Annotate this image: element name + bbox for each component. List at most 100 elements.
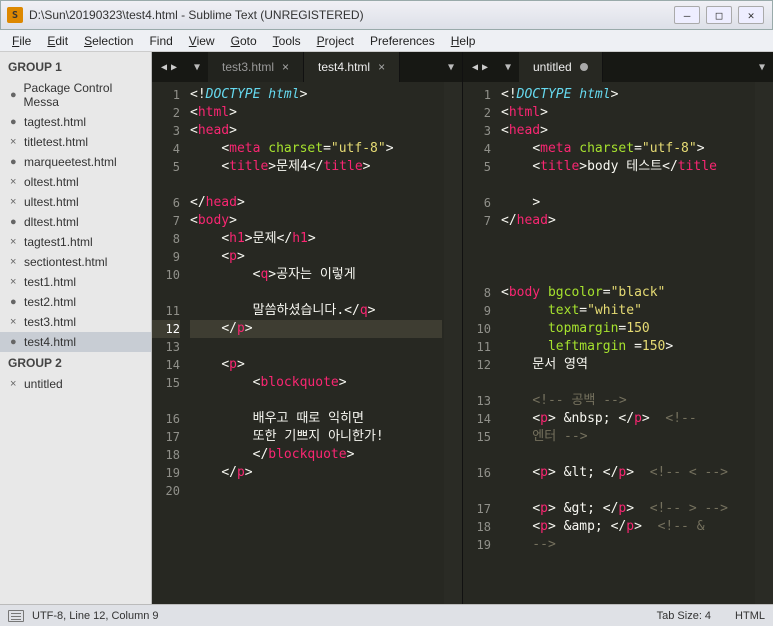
tab-nav-right-icon[interactable]: ▶	[482, 62, 488, 73]
line-number: 14	[152, 356, 180, 374]
code-line: </blockquote>	[190, 446, 442, 464]
pane-menu-icon[interactable]: ▼	[751, 52, 773, 82]
line-number: 16	[463, 464, 491, 482]
line-number: 2	[152, 104, 180, 122]
code-line: <!DOCTYPE html>	[190, 86, 442, 104]
close-icon[interactable]: ×	[10, 196, 20, 208]
tab-nav-left-icon[interactable]: ◀	[161, 62, 167, 73]
tab[interactable]: untitled	[519, 52, 603, 82]
close-icon[interactable]: ×	[10, 276, 20, 288]
sidebar-file-item[interactable]: ×titletest.html	[0, 132, 151, 152]
close-icon[interactable]: ×	[10, 316, 20, 328]
close-icon[interactable]: ×	[10, 136, 20, 148]
code-line: >	[501, 194, 753, 212]
status-syntax[interactable]: HTML	[735, 610, 765, 622]
menu-view[interactable]: View	[181, 32, 223, 50]
menu-help[interactable]: Help	[443, 32, 484, 50]
gutter: 12345 67 89101112 131415 16 171819	[463, 82, 499, 604]
close-icon[interactable]: ×	[10, 256, 20, 268]
file-name-label: marqueetest.html	[24, 155, 117, 169]
sidebar-file-item[interactable]: ●test4.html	[0, 332, 151, 352]
file-name-label: dltest.html	[24, 215, 79, 229]
menu-find[interactable]: Find	[141, 32, 180, 50]
menu-file[interactable]: File	[4, 32, 39, 50]
line-number: 12	[152, 320, 180, 338]
code-line: 문서 영역	[501, 356, 753, 374]
line-number: 3	[463, 122, 491, 140]
dirty-dot-icon[interactable]: ●	[10, 296, 20, 308]
tab-dropdown-icon[interactable]: ▼	[186, 52, 208, 82]
sidebar-file-item[interactable]: ● dltest.html	[0, 212, 151, 232]
file-name-label: test2.html	[24, 295, 76, 309]
code-line: </p>	[190, 464, 442, 482]
dirty-dot-icon[interactable]: ●	[10, 336, 20, 348]
minimap[interactable]	[444, 82, 462, 604]
code-area[interactable]: <!DOCTYPE html><html><head> <meta charse…	[499, 82, 755, 604]
code-line: <p> &lt; </p> <!-- < -->	[501, 464, 753, 482]
tab-nav-right-icon[interactable]: ▶	[171, 62, 177, 73]
sidebar-file-item[interactable]: × test3.html	[0, 312, 151, 332]
tab[interactable]: test3.html×	[208, 52, 304, 82]
menu-edit[interactable]: Edit	[39, 32, 76, 50]
sidebar-file-item[interactable]: × oltest.html	[0, 172, 151, 192]
line-number: 15	[463, 428, 491, 446]
sidebar-file-item[interactable]: ● marqueetest.html	[0, 152, 151, 172]
close-icon[interactable]: ×	[10, 176, 20, 188]
file-name-label: test3.html	[24, 315, 76, 329]
statusbar: UTF-8, Line 12, Column 9 Tab Size: 4 HTM…	[0, 604, 773, 626]
pane-menu-icon[interactable]: ▼	[440, 52, 462, 82]
tab-bar: ◀ ▶ ▼ untitled ▼	[463, 52, 773, 82]
line-number	[463, 266, 491, 284]
dirty-dot-icon[interactable]: ●	[10, 89, 20, 101]
line-number	[152, 392, 180, 410]
window-minimize-button[interactable]: —	[674, 6, 700, 24]
code-line: </head>	[190, 194, 442, 212]
sidebar-file-item[interactable]: ×tagtest1.html	[0, 232, 151, 252]
close-icon[interactable]: ×	[10, 236, 20, 248]
tab[interactable]: test4.html×	[304, 52, 400, 82]
app-icon: S	[7, 7, 23, 23]
sidebar-file-item[interactable]: × test1.html	[0, 272, 151, 292]
sidebar-file-item[interactable]: ×sectiontest.html	[0, 252, 151, 272]
sidebar-file-item[interactable]: ● test2.html	[0, 292, 151, 312]
minimap[interactable]	[755, 82, 773, 604]
dirty-dot-icon[interactable]: ●	[10, 216, 20, 228]
tab-label: untitled	[533, 60, 572, 74]
menu-goto[interactable]: Goto	[223, 32, 265, 50]
code-line	[501, 176, 753, 194]
tab-close-icon[interactable]: ×	[378, 60, 385, 74]
menu-project[interactable]: Project	[309, 32, 362, 50]
file-name-label: oltest.html	[24, 175, 79, 189]
code-line	[190, 392, 442, 410]
menu-preferences[interactable]: Preferences	[362, 32, 443, 50]
line-number: 9	[463, 302, 491, 320]
menu-selection[interactable]: Selection	[76, 32, 141, 50]
dirty-dot-icon[interactable]: ●	[10, 156, 20, 168]
line-number: 5	[152, 158, 180, 176]
code-line: </head>	[501, 212, 753, 230]
sidebar-file-item[interactable]: ×ultest.html	[0, 192, 151, 212]
window-close-button[interactable]: ✕	[738, 6, 764, 24]
menu-tools[interactable]: Tools	[265, 32, 309, 50]
tab-dropdown-icon[interactable]: ▼	[497, 52, 519, 82]
line-number: 5	[463, 158, 491, 176]
panel-switcher-icon[interactable]	[8, 610, 24, 622]
window-maximize-button[interactable]: □	[706, 6, 732, 24]
editor-pane-right: ◀▶▼untitled▼ 12345 67 89101112 131415 16…	[462, 52, 773, 604]
close-icon[interactable]: ×	[10, 378, 20, 390]
tab-nav-left-icon[interactable]: ◀	[472, 62, 478, 73]
tab-close-icon[interactable]: ×	[282, 60, 289, 74]
tab-bar: ◀▶▼test3.html×test4.html×▼	[152, 52, 462, 82]
code-area[interactable]: <!DOCTYPE html><html><head> <meta charse…	[188, 82, 444, 604]
file-name-label: test1.html	[24, 275, 76, 289]
line-number: 14	[463, 410, 491, 428]
line-number: 1	[152, 86, 180, 104]
status-tabsize[interactable]: Tab Size: 4	[657, 610, 711, 622]
sidebar-file-item[interactable]: ●tagtest.html	[0, 112, 151, 132]
sidebar-file-item[interactable]: ●Package Control Messa	[0, 78, 151, 112]
line-number: 20	[152, 482, 180, 500]
status-info: UTF-8, Line 12, Column 9	[32, 610, 159, 622]
dirty-dot-icon[interactable]: ●	[10, 116, 20, 128]
line-number: 17	[463, 500, 491, 518]
sidebar-file-item[interactable]: ×untitled	[0, 374, 151, 394]
